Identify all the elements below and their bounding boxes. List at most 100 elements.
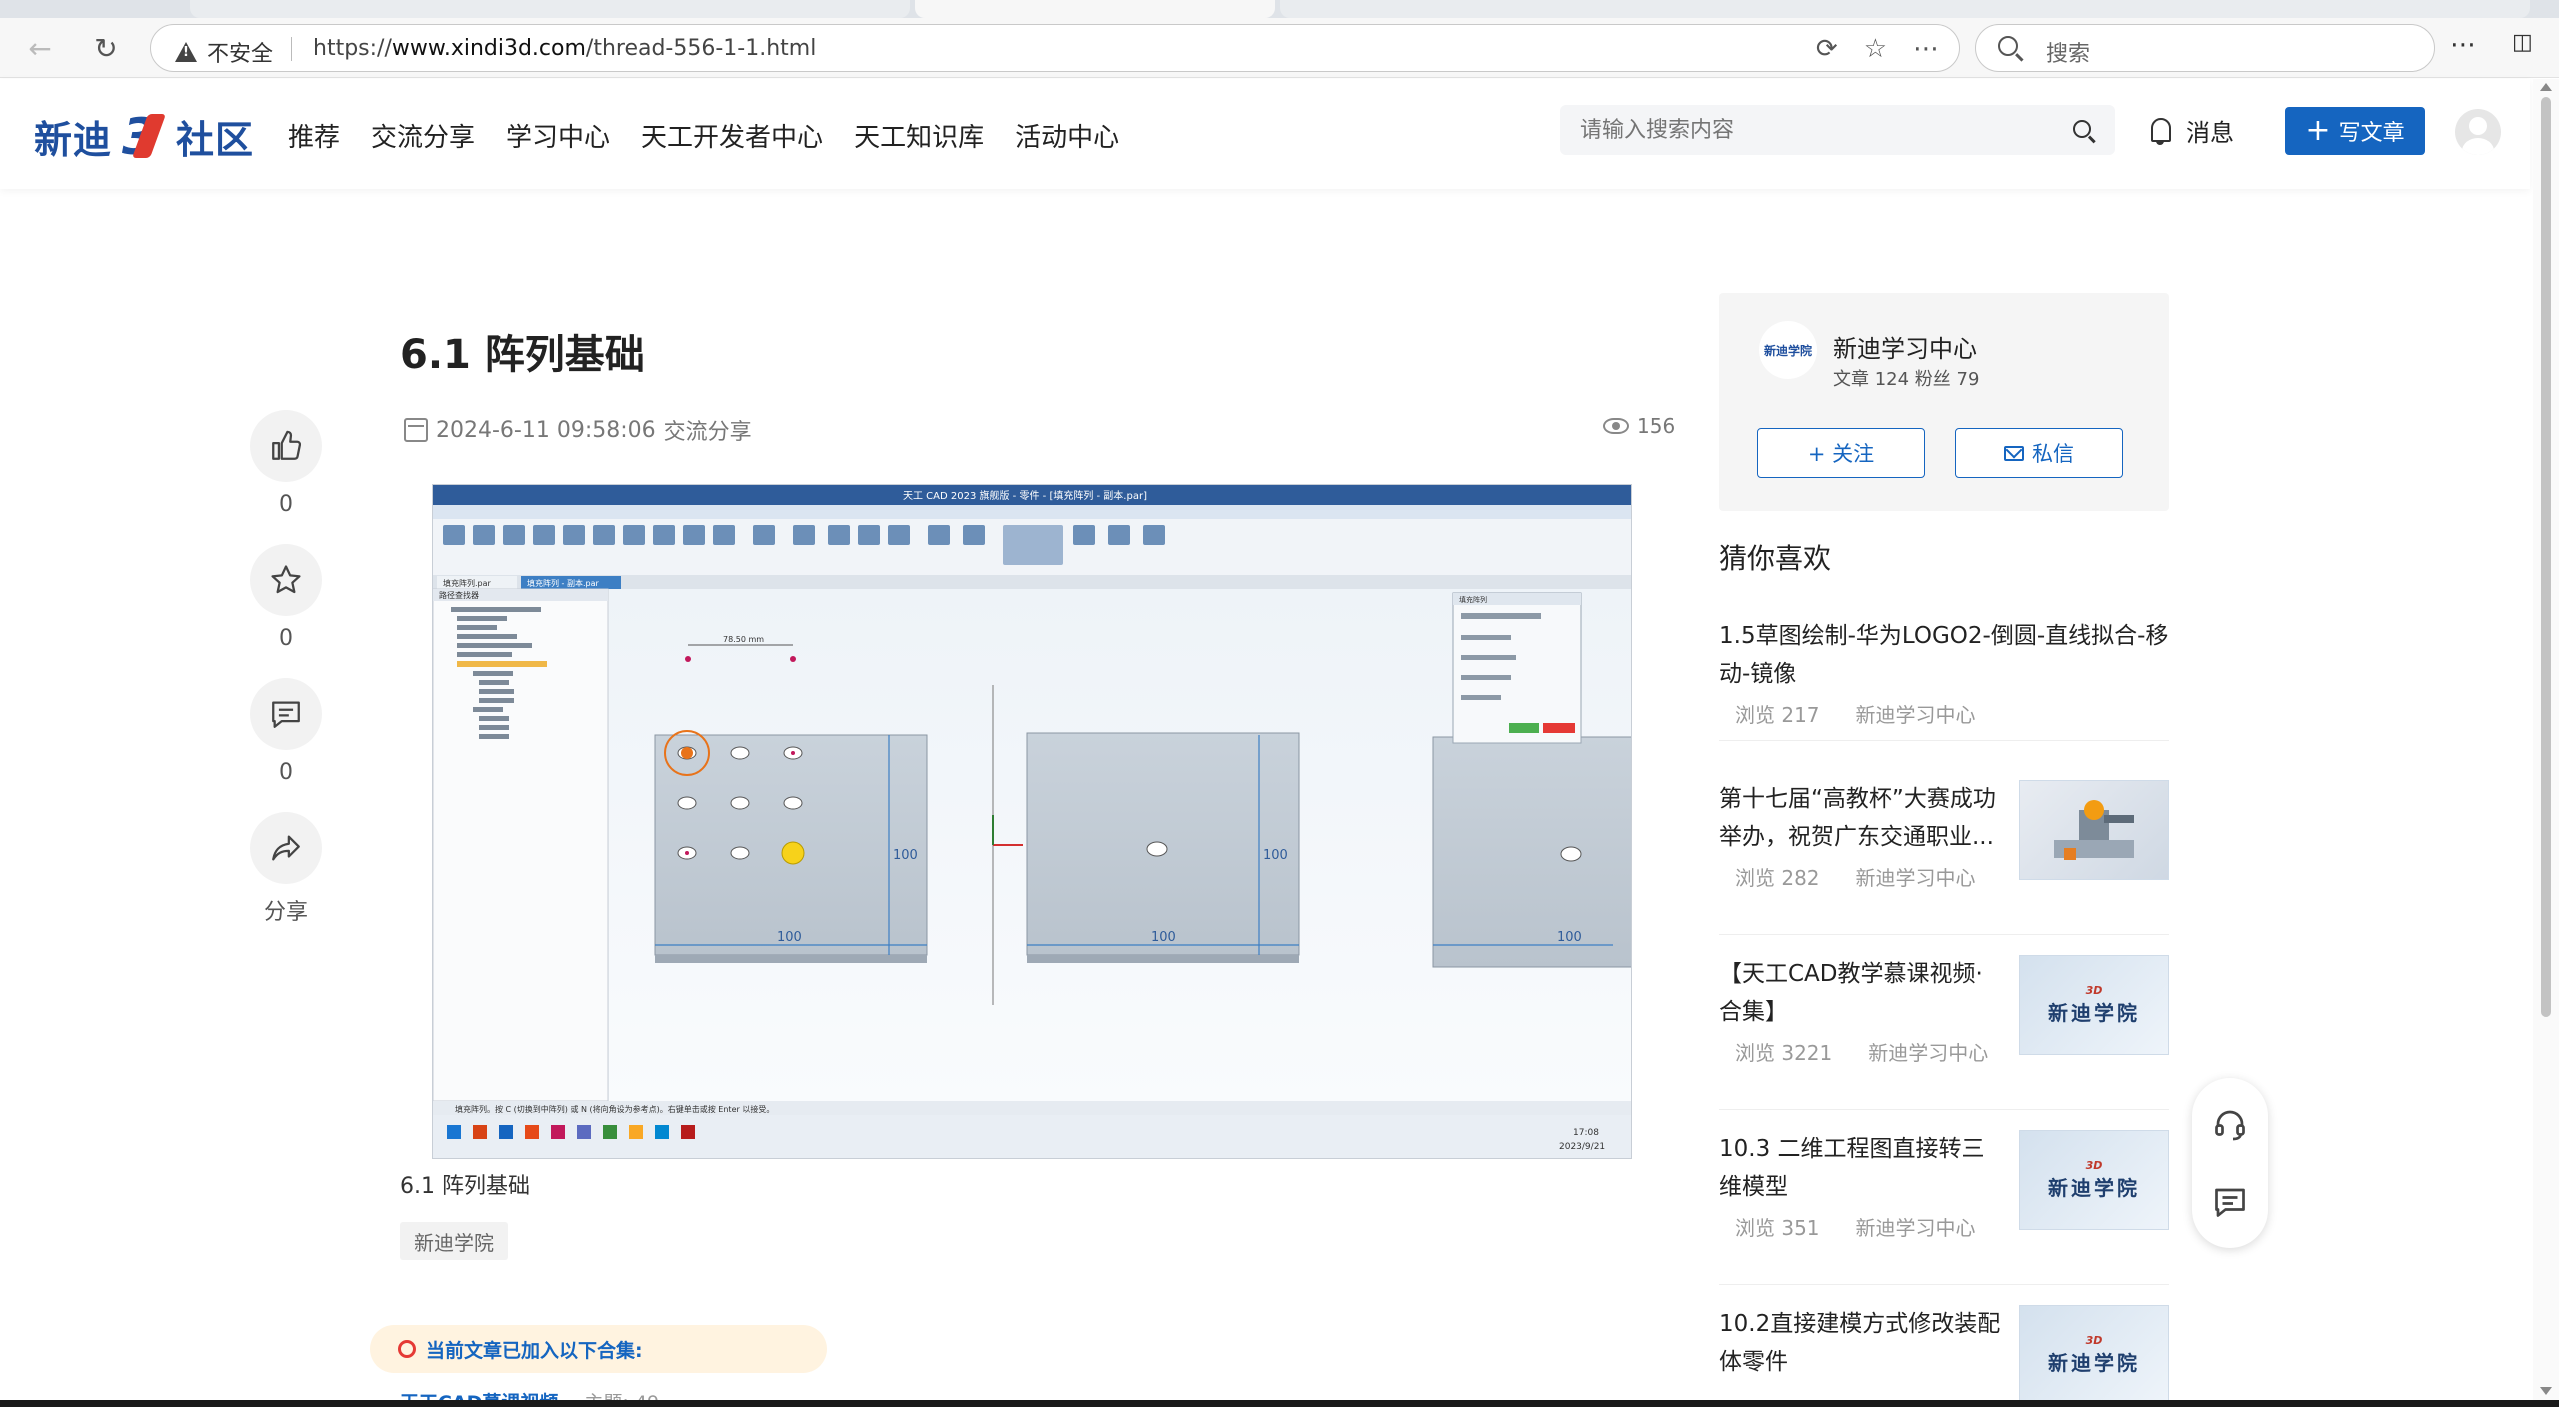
url-text[interactable]: https://www.xindi3d.com/thread-556-1-1.h… bbox=[313, 36, 816, 61]
cad-status-text: 填充阵列。按 C (切换到中阵列) 或 N (将向角设为参考点)。右键单击或按 … bbox=[455, 1104, 774, 1114]
site-search-input[interactable] bbox=[1560, 105, 2060, 155]
address-bar-actions: ⟳ ☆ ⋯ bbox=[1816, 34, 1939, 64]
nav-item-developer[interactable]: 天工开发者中心 bbox=[641, 117, 823, 154]
recommend-item-title[interactable]: 10.2直接建模方式修改装配体零件 bbox=[1719, 1305, 2004, 1381]
write-article-button[interactable]: + 写文章 bbox=[2285, 107, 2425, 155]
browser-toolbar: ← ↻ 不安全 https://www.xindi3d.com/thread-5… bbox=[0, 18, 2559, 78]
collection-notice-text: 当前文章已加入以下合集: bbox=[426, 1339, 643, 1362]
circle-icon bbox=[398, 1340, 416, 1358]
browser-tab-active[interactable] bbox=[915, 0, 1275, 18]
favorite-count: 0 bbox=[279, 626, 293, 651]
url-prefix: https:// bbox=[313, 36, 392, 61]
more-options-icon[interactable]: ⋯ bbox=[1913, 34, 1939, 64]
article-image[interactable]: 天工 CAD 2023 旗舰版 - 零件 - [填充阵列 - 副本.par] 填… bbox=[432, 484, 1632, 1159]
author-avatar[interactable]: 新迪学院 bbox=[1759, 321, 1817, 379]
share-button[interactable] bbox=[250, 812, 322, 884]
robot-arm-image bbox=[2054, 800, 2134, 860]
logo-mark-icon bbox=[118, 108, 170, 166]
scroll-up-icon[interactable] bbox=[2540, 83, 2552, 91]
recommend-item-title[interactable]: 1.5草图绘制-华为LOGO2-倒圆-直线拟合-移动-镜像 bbox=[1719, 617, 2169, 693]
window-bottom-edge bbox=[0, 1400, 2559, 1407]
thumb-brand-text: 新迪学院 bbox=[2048, 1351, 2140, 1375]
article-tag[interactable]: 新迪学院 bbox=[400, 1222, 508, 1260]
messages-label: 消息 bbox=[2186, 119, 2234, 147]
author-stats: 文章 124 粉丝 79 bbox=[1833, 369, 1980, 390]
follow-button[interactable]: + 关注 bbox=[1757, 428, 1925, 478]
favorite-button[interactable] bbox=[250, 544, 322, 616]
thumb-logo-icon: 3D bbox=[2085, 1334, 2103, 1347]
recommend-item-title[interactable]: 10.3 二维工程图直接转三维模型 bbox=[1719, 1130, 2004, 1206]
recommend-thumbnail[interactable]: 3D 新迪学院 bbox=[2019, 1130, 2169, 1230]
browser-menu-icon[interactable]: ⋯ bbox=[2450, 30, 2476, 60]
cad-doc-tab: 填充阵列.par bbox=[443, 578, 492, 588]
recommend-item[interactable]: 1.5草图绘制-华为LOGO2-倒圆-直线拟合-移动-镜像 浏览 217 新迪学习… bbox=[1719, 617, 2169, 741]
recommend-item-stats: 浏览 217 新迪学习中心 bbox=[1719, 699, 2169, 728]
cad-dialog-title: 填充阵列 bbox=[1459, 595, 1487, 604]
search-icon[interactable] bbox=[2073, 120, 2091, 138]
recommend-item-views: 浏览 351 bbox=[1735, 1216, 1820, 1240]
main-nav: 推荐 交流分享 学习中心 天工开发者中心 天工知识库 活动中心 bbox=[288, 117, 1119, 154]
nav-item-knowledge[interactable]: 天工知识库 bbox=[854, 117, 984, 154]
cad-title-text: 天工 CAD 2023 旗舰版 - 零件 - [填充阵列 - 副本.par] bbox=[903, 489, 1147, 502]
messages-link[interactable]: 消息 bbox=[2148, 113, 2234, 148]
recommend-item-author: 新迪学习中心 bbox=[1868, 1041, 1989, 1065]
article-date: 2024-6-11 09:58:06 bbox=[436, 417, 656, 443]
favorite-star-icon[interactable]: ☆ bbox=[1864, 34, 1887, 64]
back-arrow-icon[interactable]: ← bbox=[22, 30, 58, 66]
eye-icon bbox=[1603, 418, 1629, 434]
recommend-thumbnail[interactable]: 3D 新迪学院 bbox=[2019, 955, 2169, 1055]
logo-text-right: 社区 bbox=[176, 118, 255, 162]
refresh-icon[interactable]: ↻ bbox=[88, 30, 124, 66]
security-indicator[interactable]: 不安全 bbox=[175, 36, 273, 68]
recommend-item[interactable]: 第十七届“高教杯”大赛成功举办，祝贺广东交通职业... 浏览 282 新迪学习中心 bbox=[1719, 780, 2169, 935]
thumb-logo-icon: 3D bbox=[2085, 984, 2103, 997]
bell-icon bbox=[2148, 116, 2174, 146]
site-header: 新迪 社区 推荐 交流分享 学习中心 天工开发者中心 天工知识库 活动中心 消息… bbox=[0, 79, 2530, 189]
article-meta: 2024-6-11 09:58:06 交流分享 bbox=[404, 414, 752, 446]
like-button[interactable] bbox=[250, 410, 322, 482]
recommend-item-title[interactable]: 【天工CAD教学慕课视频·合集】 bbox=[1719, 955, 2004, 1031]
address-bar[interactable]: 不安全 https://www.xindi3d.com/thread-556-1… bbox=[150, 24, 1960, 72]
browser-search-box[interactable]: 搜索 bbox=[1975, 24, 2435, 72]
nav-item-events[interactable]: 活动中心 bbox=[1015, 117, 1119, 154]
author-card: 新迪学院 新迪学习中心 文章 124 粉丝 79 + 关注 私信 bbox=[1719, 293, 2169, 511]
feedback-icon[interactable] bbox=[2212, 1184, 2248, 1220]
page-scrollbar[interactable] bbox=[2533, 79, 2559, 1407]
cad-dimension: 100 bbox=[1263, 848, 1288, 863]
scroll-down-icon[interactable] bbox=[2540, 1387, 2552, 1395]
browser-tab[interactable] bbox=[1280, 0, 2530, 18]
recommend-item-views: 浏览 282 bbox=[1735, 866, 1820, 890]
read-aloud-icon[interactable]: ⟳ bbox=[1816, 34, 1838, 64]
recommend-item[interactable]: 【天工CAD教学慕课视频·合集】 浏览 3221 新迪学习中心 3D 新迪学院 bbox=[1719, 955, 2169, 1110]
warning-icon bbox=[175, 42, 197, 62]
envelope-icon bbox=[2004, 445, 2024, 461]
user-avatar[interactable] bbox=[2455, 109, 2501, 155]
cad-dimension-top: 78.50 mm bbox=[723, 635, 764, 644]
author-name[interactable]: 新迪学习中心 bbox=[1833, 329, 1977, 364]
comment-button[interactable] bbox=[250, 678, 322, 750]
private-message-button[interactable]: 私信 bbox=[1955, 428, 2123, 478]
plus-icon: + bbox=[2305, 113, 2331, 148]
browser-tab[interactable] bbox=[190, 0, 910, 18]
recommend-item-title[interactable]: 第十七届“高教杯”大赛成功举办，祝贺广东交通职业... bbox=[1719, 780, 2004, 856]
sidebar-toggle-icon[interactable]: ◫ bbox=[2512, 30, 2533, 55]
headset-icon[interactable] bbox=[2212, 1106, 2248, 1142]
browser-tab-strip bbox=[0, 0, 2559, 18]
recommend-thumbnail[interactable]: 3D 新迪学院 bbox=[2019, 1305, 2169, 1405]
site-logo[interactable]: 新迪 社区 bbox=[34, 108, 255, 166]
cad-doc-tab-active: 填充阵列 - 副本.par bbox=[527, 578, 599, 588]
nav-item-share[interactable]: 交流分享 bbox=[371, 117, 475, 154]
scrollbar-thumb[interactable] bbox=[2541, 97, 2551, 1017]
article-category[interactable]: 交流分享 bbox=[664, 414, 752, 446]
image-caption: 6.1 阵列基础 bbox=[400, 1174, 530, 1199]
site-search bbox=[1560, 105, 2115, 155]
write-article-label: 写文章 bbox=[2338, 121, 2405, 146]
recommend-thumbnail[interactable] bbox=[2019, 780, 2169, 880]
nav-item-learning[interactable]: 学习中心 bbox=[506, 117, 610, 154]
url-divider bbox=[291, 37, 292, 61]
recommend-item[interactable]: 10.3 二维工程图直接转三维模型 浏览 351 新迪学习中心 3D 新迪学院 bbox=[1719, 1130, 2169, 1285]
thumb-brand-text: 新迪学院 bbox=[2048, 1001, 2140, 1025]
nav-item-recommend[interactable]: 推荐 bbox=[288, 117, 340, 154]
recommend-item[interactable]: 10.2直接建模方式修改装配体零件 3D 新迪学院 bbox=[1719, 1305, 2169, 1405]
cad-screenshot-illustration: 天工 CAD 2023 旗舰版 - 零件 - [填充阵列 - 副本.par] 填… bbox=[433, 485, 1631, 1158]
